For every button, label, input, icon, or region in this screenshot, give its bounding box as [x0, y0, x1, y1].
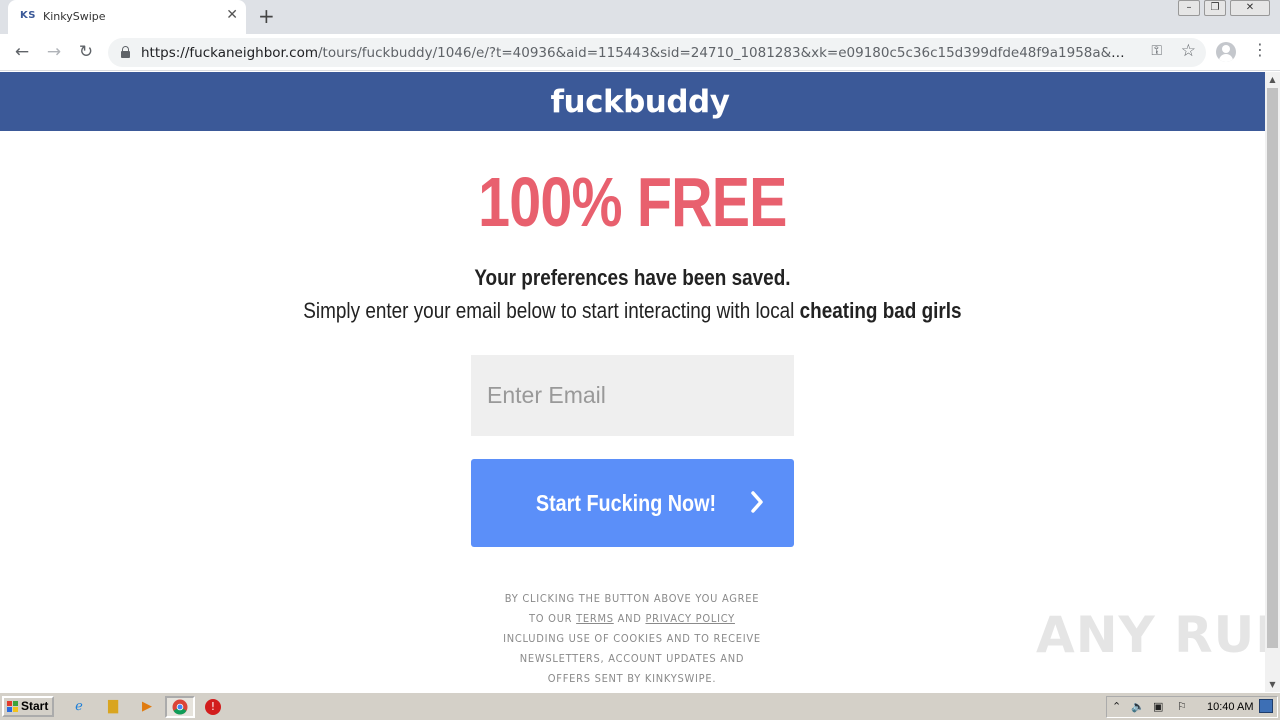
tab-strip: KS KinkySwipe ✕ + – ❐ ✕ — [0, 0, 1280, 34]
reload-icon[interactable]: ↻ — [74, 40, 98, 64]
flag-icon[interactable]: ⚐ — [1177, 700, 1187, 713]
close-window-button[interactable]: ✕ — [1230, 0, 1270, 16]
url-host: https://fuckaneighbor.com — [141, 45, 318, 61]
ie-icon[interactable]: ℯ — [70, 698, 88, 716]
preferences-saved-text: Your preferences have been saved. — [474, 265, 791, 290]
folder-icon[interactable]: ▇ — [104, 698, 122, 716]
disclaimer-and: AND — [613, 612, 646, 625]
minimize-button[interactable]: – — [1178, 0, 1200, 16]
page-viewport: fuckbuddy 100% FREE Your preferences hav… — [0, 72, 1265, 692]
scroll-up-icon[interactable]: ▲ — [1265, 72, 1280, 87]
chrome-icon — [172, 699, 188, 715]
clock[interactable]: 10:40 AM — [1207, 701, 1253, 713]
show-desktop-icon[interactable] — [1259, 699, 1273, 713]
disclaimer: BY CLICKING THE BUTTON ABOVE YOU AGREE T… — [502, 589, 763, 689]
window-controls: – ❐ ✕ — [1178, 0, 1270, 16]
taskbar-chrome-active[interactable] — [165, 696, 195, 718]
headline: 100% FREE — [478, 163, 787, 241]
tab-close-icon[interactable]: ✕ — [226, 7, 238, 23]
star-icon[interactable]: ☆ — [1181, 41, 1196, 61]
back-icon[interactable]: ← — [10, 40, 34, 64]
scrollbar[interactable]: ▲ ▼ — [1265, 72, 1280, 692]
site-logo[interactable]: fuckbuddy — [0, 84, 1265, 120]
stop-icon[interactable]: ! — [205, 699, 221, 715]
url-text[interactable]: https://fuckaneighbor.com/tours/fuckbudd… — [141, 45, 1131, 61]
chevron-right-icon — [751, 491, 763, 513]
menu-icon[interactable]: ⋮ — [1252, 40, 1268, 59]
forward-icon[interactable]: → — [42, 40, 66, 64]
disclaimer-text-2: INCLUDING USE OF COOKIES AND TO RECEIVE … — [503, 632, 761, 685]
email-field[interactable] — [471, 355, 794, 436]
start-button-label: Start Fucking Now! — [535, 490, 717, 516]
media-player-icon[interactable]: ▶ — [138, 698, 156, 716]
start-button-windows[interactable]: Start — [2, 696, 54, 717]
profile-icon[interactable] — [1216, 42, 1236, 62]
tab-title: KinkySwipe — [43, 10, 106, 23]
subheading-text: Simply enter your email below to start i… — [303, 298, 800, 323]
taskbar: Start ℯ ▇ ▶ ! ⌃ 🔈 ▣ ⚐ 10:40 AM — [0, 692, 1280, 720]
subheading-bold: cheating bad girls — [799, 298, 962, 323]
volume-icon[interactable]: 🔈 — [1131, 700, 1145, 713]
tray-expand-icon[interactable]: ⌃ — [1112, 700, 1121, 713]
new-tab-icon[interactable]: + — [258, 4, 275, 28]
maximize-button[interactable]: ❐ — [1204, 0, 1226, 16]
key-icon[interactable]: ⚿ — [1151, 43, 1162, 59]
scroll-thumb[interactable] — [1267, 88, 1278, 648]
scroll-down-icon[interactable]: ▼ — [1265, 677, 1280, 692]
watermark: ANY RUN — [1036, 606, 1265, 664]
url-path: /tours/fuckbuddy/1046/e/?t=40936&aid=115… — [317, 45, 1131, 61]
site-header: fuckbuddy — [0, 72, 1265, 131]
system-tray: ⌃ 🔈 ▣ ⚐ 10:40 AM — [1106, 696, 1278, 718]
privacy-policy-link[interactable]: PRIVACY POLICY — [645, 612, 735, 625]
start-label: Start — [21, 699, 49, 713]
tab-kinkyswipe[interactable]: KS KinkySwipe ✕ — [8, 0, 246, 34]
favicon-icon: KS — [20, 10, 36, 21]
lock-icon[interactable] — [121, 46, 130, 58]
address-bar[interactable]: https://fuckaneighbor.com/tours/fuckbudd… — [108, 38, 1206, 67]
browser-toolbar: ← → ↻ https://fuckaneighbor.com/tours/fu… — [0, 34, 1280, 71]
start-button[interactable]: Start Fucking Now! — [471, 459, 794, 547]
terms-link[interactable]: TERMS — [576, 612, 614, 625]
subheading: Simply enter your email below to start i… — [88, 298, 1176, 324]
windows-flag-icon — [7, 701, 18, 712]
network-icon[interactable]: ▣ — [1153, 700, 1163, 713]
